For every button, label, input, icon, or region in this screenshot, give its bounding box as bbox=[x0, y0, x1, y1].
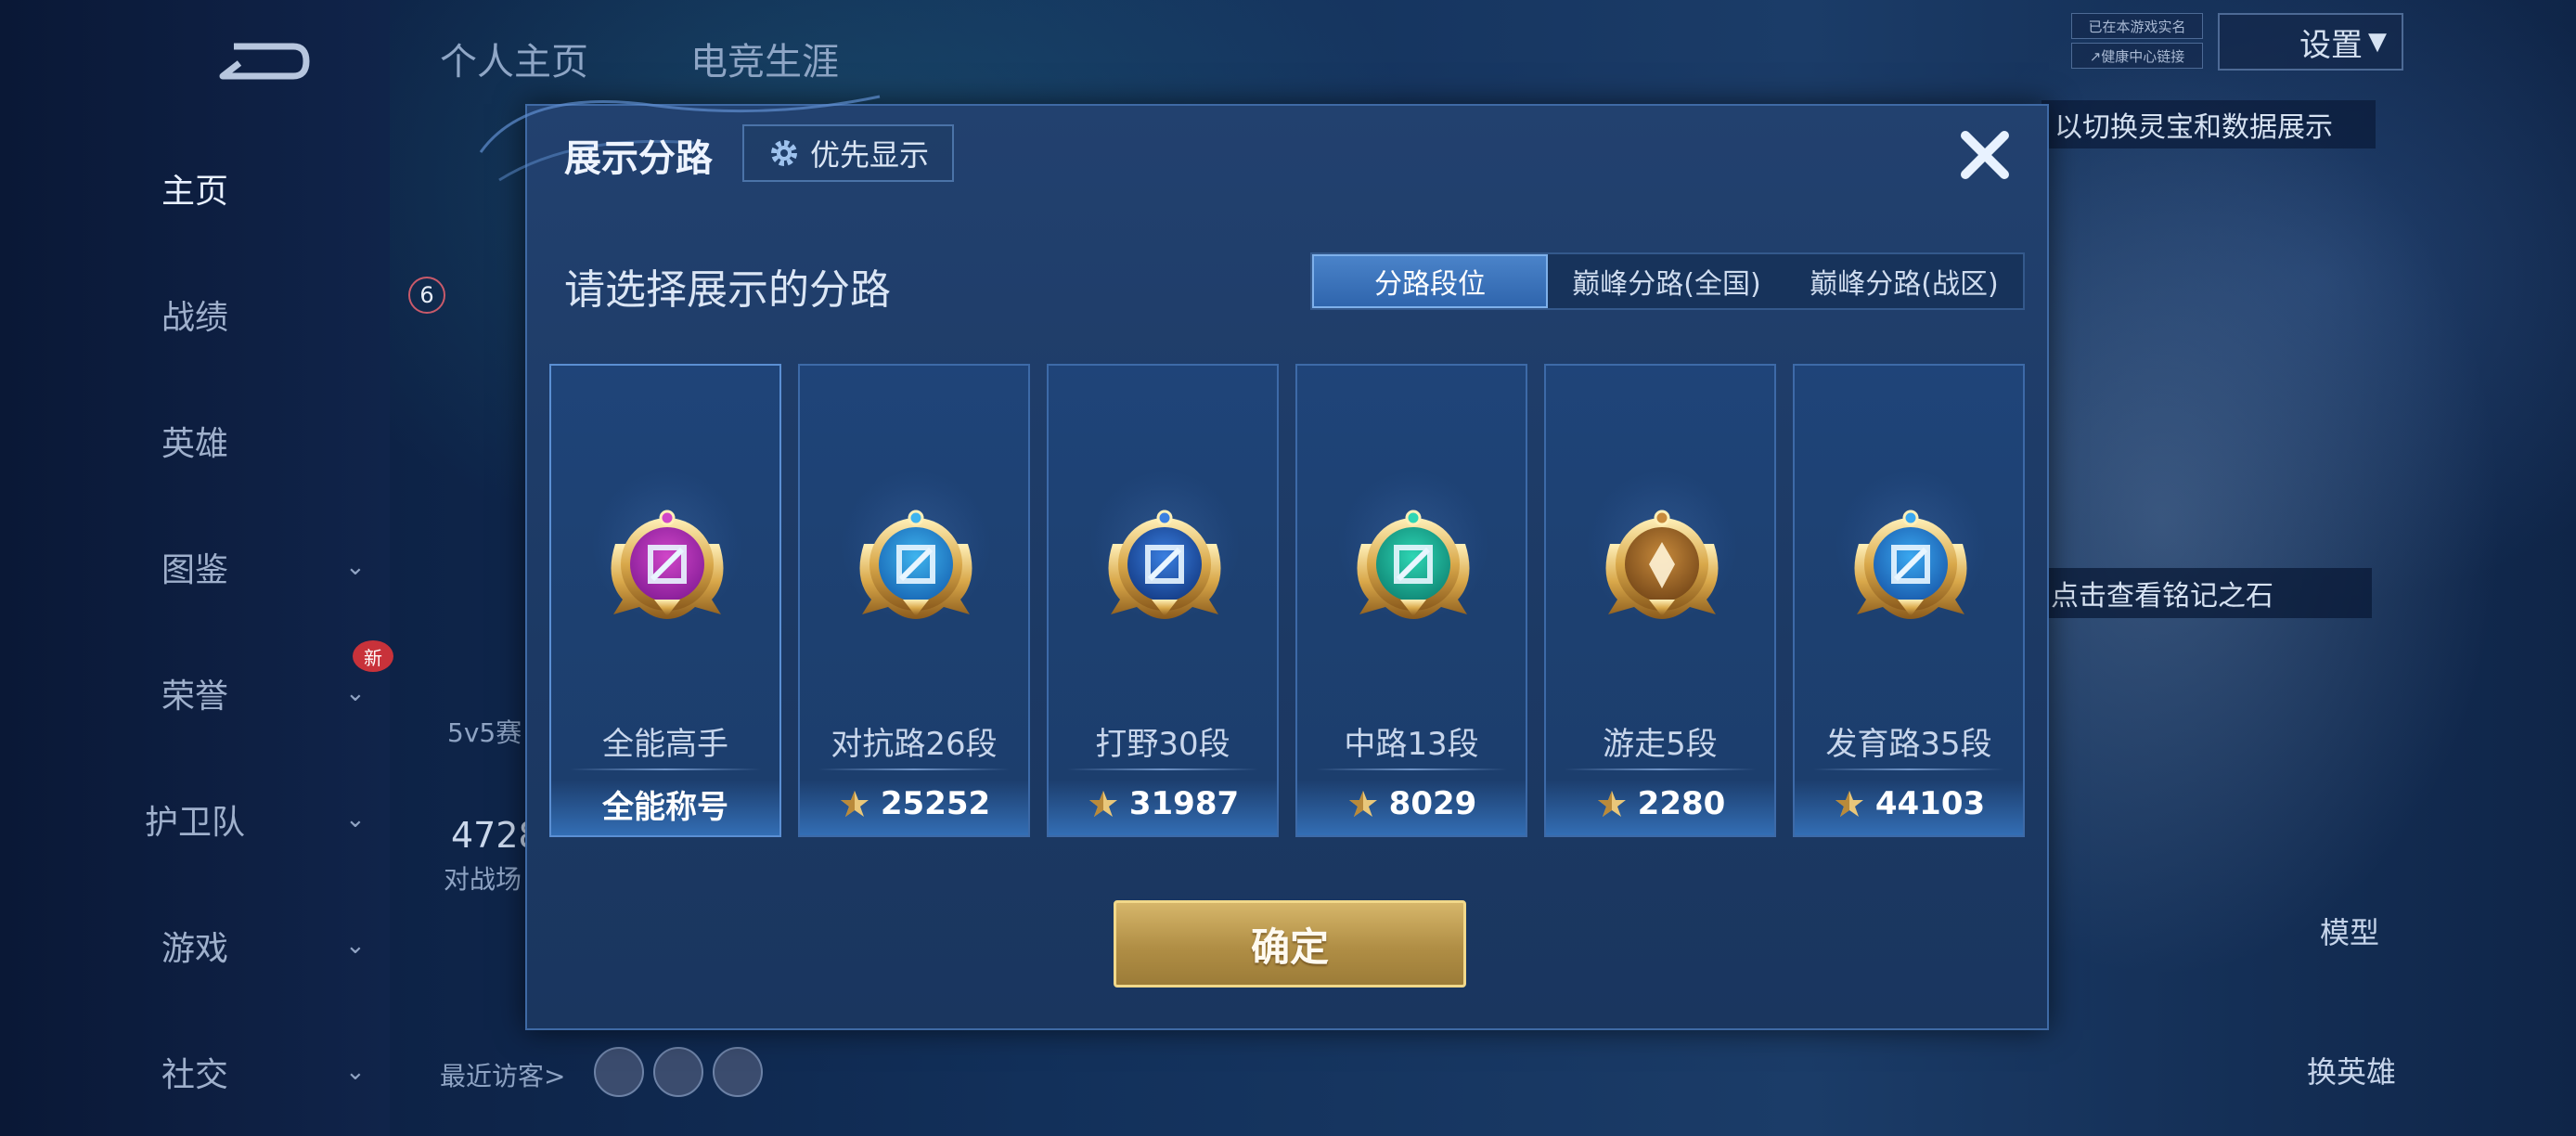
chevron-down-icon: ⌄ bbox=[345, 806, 366, 833]
battle-label: 对战场 bbox=[444, 864, 522, 895]
lane-card[interactable]: 发育路35段 44103 bbox=[1793, 364, 2025, 837]
sidebar-item-label: 护卫队 bbox=[144, 804, 245, 842]
sidebar-item[interactable]: 战绩 bbox=[0, 292, 390, 337]
level-badge: 6 bbox=[408, 277, 445, 314]
priority-label: 优先显示 bbox=[809, 137, 929, 173]
chevron-down-icon: ⌄ bbox=[345, 679, 366, 707]
lane-name: 发育路35段 bbox=[1825, 726, 1992, 763]
lane-name: 游走5段 bbox=[1603, 726, 1718, 763]
back-arrow-icon[interactable] bbox=[215, 35, 312, 82]
lane-score: 25252 bbox=[800, 780, 1028, 828]
chevron-down-icon: ⌄ bbox=[345, 553, 366, 581]
lane-score: 全能称号 bbox=[551, 780, 779, 828]
sidebar-item-label: 主页 bbox=[161, 173, 228, 211]
segment-tabs: 分路段位 巅峰分路(全国) 巅峰分路(战区) bbox=[1310, 252, 2025, 310]
rank-star-icon bbox=[840, 791, 869, 817]
lane-score-value: 31987 bbox=[1128, 785, 1240, 822]
visitor-avatar[interactable] bbox=[594, 1047, 644, 1097]
dialog-title: 展示分路 bbox=[564, 137, 713, 180]
allround-emblem-icon bbox=[611, 510, 724, 619]
clash-lane-emblem-icon bbox=[859, 510, 972, 619]
health-center-box[interactable]: ↗健康中心链接 bbox=[2071, 43, 2203, 69]
divider bbox=[570, 768, 761, 770]
divider bbox=[1565, 768, 1756, 770]
lane-score-value: 25252 bbox=[880, 785, 991, 822]
chevron-down-icon: ▼ bbox=[2368, 28, 2387, 56]
visitor-avatar[interactable] bbox=[713, 1047, 763, 1097]
sidebar-item-label: 图鉴 bbox=[161, 551, 228, 589]
lane-card[interactable]: 全能高手 全能称号 bbox=[549, 364, 781, 837]
tab-lane-rank[interactable]: 分路段位 bbox=[1312, 254, 1548, 308]
confirm-button[interactable]: 确定 bbox=[1114, 900, 1466, 988]
lane-score-value: 2280 bbox=[1637, 785, 1726, 822]
farm-lane-emblem-icon bbox=[1854, 510, 1967, 619]
mode-label: 5v5赛 bbox=[447, 717, 522, 748]
visitor-avatar[interactable] bbox=[653, 1047, 703, 1097]
sidebar-item[interactable]: 图鉴 ⌄ bbox=[0, 545, 390, 589]
chevron-down-icon: ⌄ bbox=[345, 932, 366, 960]
roam-emblem-icon bbox=[1605, 510, 1719, 619]
switch-hero-label[interactable]: 换英雄 bbox=[2307, 1049, 2396, 1091]
sidebar-item-label: 英雄 bbox=[161, 425, 228, 463]
realname-box[interactable]: 已在本游戏实名 bbox=[2071, 13, 2203, 39]
sidebar-item[interactable]: 主页 bbox=[0, 166, 390, 211]
lane-card[interactable]: 中路13段 8029 bbox=[1295, 364, 1527, 837]
sidebar-item-label: 游戏 bbox=[161, 930, 228, 968]
sidebar-item[interactable]: 护卫队 ⌄ bbox=[0, 797, 390, 842]
stone-hint[interactable]: 点击查看铭记之石 bbox=[2038, 568, 2372, 618]
lane-score: 8029 bbox=[1297, 780, 1526, 828]
model-label[interactable]: 模型 bbox=[2320, 910, 2379, 952]
tab-peak-region[interactable]: 巅峰分路(战区) bbox=[1785, 254, 2023, 308]
lane-name: 对抗路26段 bbox=[831, 726, 998, 763]
new-badge: 新 bbox=[353, 640, 393, 672]
lane-name: 全能高手 bbox=[602, 726, 728, 763]
rank-star-icon bbox=[1597, 791, 1626, 817]
divider bbox=[1316, 768, 1507, 770]
lane-score: 31987 bbox=[1049, 780, 1277, 828]
sidebar-item-label: 社交 bbox=[161, 1056, 228, 1094]
lane-card-list: 全能高手 全能称号 对抗路26段 25252 打野30段 31987 中路13段 8029 游走… bbox=[549, 364, 2025, 837]
sidebar-item-label: 荣誉 bbox=[161, 678, 228, 716]
recent-visitors-link[interactable]: 最近访客> bbox=[440, 1056, 565, 1093]
rank-star-icon bbox=[1835, 791, 1863, 817]
sidebar-item[interactable]: 游戏 ⌄ bbox=[0, 923, 390, 968]
lane-card[interactable]: 打野30段 31987 bbox=[1047, 364, 1279, 837]
settings-label: 设置 bbox=[2299, 26, 2363, 64]
switch-hint[interactable]: 以切换灵宝和数据展示 bbox=[2041, 100, 2376, 148]
tab-peak-national[interactable]: 巅峰分路(全国) bbox=[1548, 254, 1785, 308]
lane-score-value: 44103 bbox=[1874, 785, 1986, 822]
lane-name: 打野30段 bbox=[1095, 726, 1230, 763]
lane-name: 中路13段 bbox=[1344, 726, 1479, 763]
sidebar-item[interactable]: 社交 ⌄ bbox=[0, 1050, 390, 1094]
lane-card[interactable]: 游走5段 2280 bbox=[1544, 364, 1776, 837]
sidebar-item[interactable]: 荣誉 ⌄ bbox=[0, 671, 390, 716]
sidebar-item[interactable]: 英雄 bbox=[0, 419, 390, 463]
mid-lane-emblem-icon bbox=[1357, 510, 1470, 619]
rank-star-icon bbox=[1348, 791, 1377, 817]
lane-score: 2280 bbox=[1546, 780, 1774, 828]
lane-score-value: 全能称号 bbox=[602, 788, 728, 826]
settings-button[interactable]: 设置 ▼ bbox=[2218, 13, 2403, 71]
priority-display-button[interactable]: 优先显示 bbox=[742, 124, 954, 182]
divider bbox=[818, 768, 1010, 770]
lane-card[interactable]: 对抗路26段 25252 bbox=[798, 364, 1030, 837]
divider bbox=[1813, 768, 2004, 770]
gear-icon bbox=[770, 140, 797, 166]
lane-score-value: 8029 bbox=[1388, 785, 1477, 822]
jungle-emblem-icon bbox=[1108, 510, 1221, 619]
lane-display-dialog: 展示分路 优先显示 请选择展示的分路 分路段位 巅峰分路(全国) 巅峰分路(战区… bbox=[479, 95, 2049, 1030]
divider bbox=[1067, 768, 1258, 770]
chevron-down-icon: ⌄ bbox=[345, 1058, 366, 1086]
close-icon[interactable] bbox=[1952, 123, 2017, 187]
rank-star-icon bbox=[1088, 791, 1117, 817]
dialog-subtitle: 请选择展示的分路 bbox=[564, 266, 891, 314]
lane-score: 44103 bbox=[1795, 780, 2023, 828]
sidebar-item-label: 战绩 bbox=[161, 299, 228, 337]
